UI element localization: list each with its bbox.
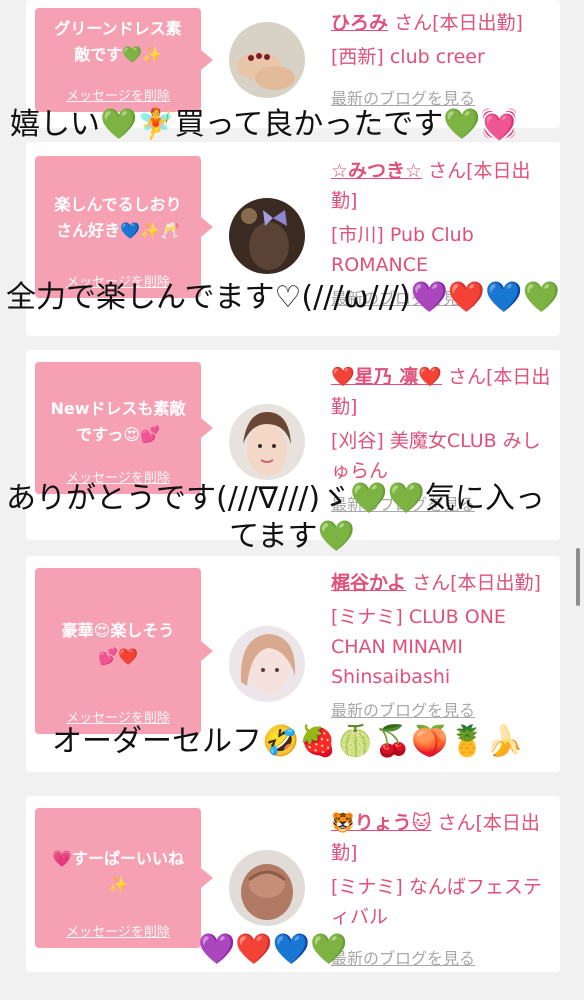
cast-status: さん[本日出勤] xyxy=(394,12,523,34)
avatar[interactable] xyxy=(229,404,305,480)
avatar[interactable] xyxy=(229,626,305,702)
avatar-image xyxy=(229,850,305,926)
cast-info: 梶谷かよ さん[本日出勤] [ミナミ] CLUB ONE CHAN MINAMI… xyxy=(331,568,551,726)
shop-name: [市川] Pub Club ROMANCE xyxy=(331,224,474,276)
message-text: Newドレスも素敵 ですっ😍💕 xyxy=(50,399,186,444)
scrollbar[interactable] xyxy=(576,548,580,606)
avatar-image xyxy=(229,22,305,98)
overlay-caption: 全力で楽しんでます♡(///ω///)💜❤️💙💚 xyxy=(6,280,560,315)
message-bubble: 💗すーぱーいいね ✨ メッセージを削除 xyxy=(35,808,213,948)
message-bubble: グリーンドレス素 敵です💚✨ メッセージを削除 xyxy=(35,8,213,112)
delete-message-link[interactable]: メッセージを削除 xyxy=(35,85,201,104)
overlay-caption: ありがとうです(///∇///)ゞ💚💚気に入っ xyxy=(6,481,545,516)
avatar-image xyxy=(229,198,305,274)
avatar-image xyxy=(229,626,305,702)
cast-info: ひろみ さん[本日出勤] [西新] club creer 最新のブログを見る xyxy=(331,8,551,114)
avatar[interactable] xyxy=(229,22,305,98)
overlay-caption: 嬉しい💚🧚買って良かったです💚💓 xyxy=(10,107,518,142)
overlay-caption: 💜❤️💙💚 xyxy=(198,932,348,967)
avatar[interactable] xyxy=(229,850,305,926)
delete-message-link[interactable]: メッセージを削除 xyxy=(35,921,201,940)
message-text: 楽しんでるしおり さん好き💙✨🥂 xyxy=(54,195,182,240)
cast-name-link[interactable]: 🐯りょう🐱 xyxy=(331,812,431,834)
cast-name-link[interactable]: 梶谷かよ xyxy=(331,572,406,594)
overlay-caption: オーダーセルフ🤣🍓🍈🍒🍑🍍🍌 xyxy=(52,724,524,759)
avatar-image xyxy=(229,404,305,480)
message-bubble: 豪華😍楽しそう 💕❤️ メッセージを削除 xyxy=(35,568,213,734)
blog-link[interactable]: 最新のブログを見る xyxy=(331,696,551,726)
cast-name-link[interactable]: ひろみ xyxy=(331,12,388,34)
shop-name: [ミナミ] CLUB ONE CHAN MINAMI Shinsaibashi xyxy=(331,606,506,688)
message-text: グリーンドレス素 敵です💚✨ xyxy=(54,19,182,64)
cast-name-link[interactable]: ❤️星乃 凛❤️ xyxy=(331,366,442,388)
shop-name: [ミナミ] なんばフェスティバル xyxy=(331,876,542,928)
message-text: 💗すーぱーいいね ✨ xyxy=(52,849,184,894)
shop-name: [西新] club creer xyxy=(331,46,485,68)
avatar[interactable] xyxy=(229,198,305,274)
message-bubble: Newドレスも素敵 ですっ😍💕 メッセージを削除 xyxy=(35,362,213,494)
cast-status: さん[本日出勤] xyxy=(412,572,541,594)
message-text: 豪華😍楽しそう 💕❤️ xyxy=(61,621,175,666)
message-bubble: 楽しんでるしおり さん好き💙✨🥂 メッセージを削除 xyxy=(35,156,213,298)
overlay-caption: てます💚 xyxy=(229,519,355,554)
shop-name: [刈谷] 美魔女CLUB みしゅらん xyxy=(331,430,541,482)
cast-name-link[interactable]: ☆みつき☆ xyxy=(331,160,422,182)
